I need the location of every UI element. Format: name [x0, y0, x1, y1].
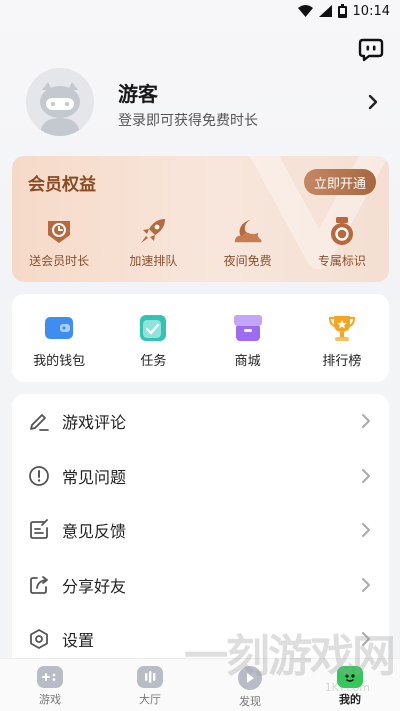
menu-item-label: 设置 — [62, 631, 95, 651]
vip-item-label: 送会员时长 — [29, 254, 90, 268]
tool-task[interactable]: 任务 — [106, 294, 200, 382]
menu-item-label: 常见问题 — [62, 467, 127, 487]
settings-icon — [30, 629, 48, 650]
vip-item-label: 加速排队 — [129, 254, 178, 268]
shop-icon — [233, 315, 262, 341]
tool-label: 商城 — [234, 354, 261, 369]
vip-benefit-list: 送会员时长 加速排队 夜间免费 专属标识 — [12, 216, 389, 276]
exclamation-icon — [29, 465, 49, 486]
menu-item-label: 分享好友 — [62, 576, 127, 596]
trophy-icon — [328, 316, 355, 341]
clock-icon — [48, 221, 71, 243]
guest-avatar-icon — [26, 68, 94, 136]
wifi-icon — [297, 5, 313, 17]
status-bar: 10:14 — [0, 0, 400, 22]
chevron-right-icon — [362, 468, 370, 483]
wallet-icon — [45, 317, 74, 339]
pencil-icon — [30, 414, 49, 432]
share-icon — [30, 575, 48, 594]
tools-card: 我的钱包 任务 商城 排行榜 — [12, 294, 389, 382]
chat-bubble-icon — [358, 38, 384, 62]
vip-item-speed-queue[interactable]: 加速排队 — [106, 216, 200, 276]
username: 游客 — [118, 82, 158, 106]
vip-item-night-free[interactable]: 夜间免费 — [201, 216, 295, 276]
tab-label: 发现 — [239, 695, 261, 708]
tab-label: 大厅 — [139, 693, 161, 706]
task-icon — [140, 315, 167, 341]
vip-item-exclusive-badge[interactable]: 专属标识 — [295, 216, 389, 276]
chevron-right-icon — [362, 414, 370, 429]
discover-icon — [247, 673, 254, 683]
tool-leaderboard[interactable]: 排行榜 — [295, 294, 389, 382]
menu-item-label: 游戏评论 — [62, 413, 127, 433]
chevron-right-icon — [362, 632, 370, 647]
tool-label: 排行榜 — [322, 354, 362, 369]
battery-icon — [337, 4, 347, 18]
tab-mine[interactable]: 我的 — [300, 659, 400, 711]
menu-item-game-review[interactable]: 游戏评论 — [12, 394, 389, 449]
signal-icon — [318, 5, 332, 17]
status-time: 10:14 — [352, 3, 390, 19]
vip-open-button[interactable]: 立即开通 — [304, 169, 376, 195]
tab-discover[interactable]: 发现 — [200, 659, 300, 711]
feedback-icon — [30, 519, 48, 540]
tool-label: 任务 — [140, 354, 167, 369]
tab-hall[interactable]: 大厅 — [100, 659, 200, 711]
avatar[interactable] — [26, 68, 94, 136]
menu-item-share[interactable]: 分享好友 — [12, 558, 389, 613]
tool-label: 我的钱包 — [33, 354, 86, 369]
rocket-icon — [141, 219, 166, 243]
chevron-right-icon — [362, 523, 370, 538]
tool-shop[interactable]: 商城 — [201, 294, 295, 382]
tab-label: 游戏 — [39, 693, 61, 706]
message-button[interactable] — [358, 38, 384, 62]
chevron-right-icon — [362, 577, 370, 592]
chevron-right-icon[interactable] — [368, 94, 378, 110]
vip-benefits-card[interactable]: 会员权益 立即开通 送会员时长 加速排队 夜间免费 专属标识 — [12, 156, 389, 282]
hall-icon — [145, 671, 156, 683]
badge-icon — [330, 217, 353, 245]
tool-wallet[interactable]: 我的钱包 — [12, 294, 106, 382]
moon-cloud-icon — [234, 219, 262, 243]
menu-item-feedback[interactable]: 意见反馈 — [12, 503, 389, 558]
bottom-tab-bar: 游戏 大厅 发现 我的 — [0, 658, 400, 711]
gamepad-icon — [42, 673, 56, 681]
login-hint: 登录即可获得免费时长 — [118, 113, 258, 129]
tab-label: 我的 — [339, 693, 361, 706]
tab-games[interactable]: 游戏 — [0, 659, 100, 711]
vip-title: 会员权益 — [28, 175, 96, 195]
vip-item-label: 夜间免费 — [223, 254, 272, 268]
mine-icon — [345, 674, 355, 682]
menu-item-label: 意见反馈 — [62, 522, 127, 542]
vip-item-label: 专属标识 — [317, 254, 366, 268]
menu-item-faq[interactable]: 常见问题 — [12, 449, 389, 504]
profile-section[interactable]: 游客 登录即可获得免费时长 — [26, 68, 386, 138]
vip-item-gift-time[interactable]: 送会员时长 — [12, 216, 106, 276]
menu-list: 游戏评论 常见问题 意见反馈 分享好友 设置 — [12, 394, 389, 674]
